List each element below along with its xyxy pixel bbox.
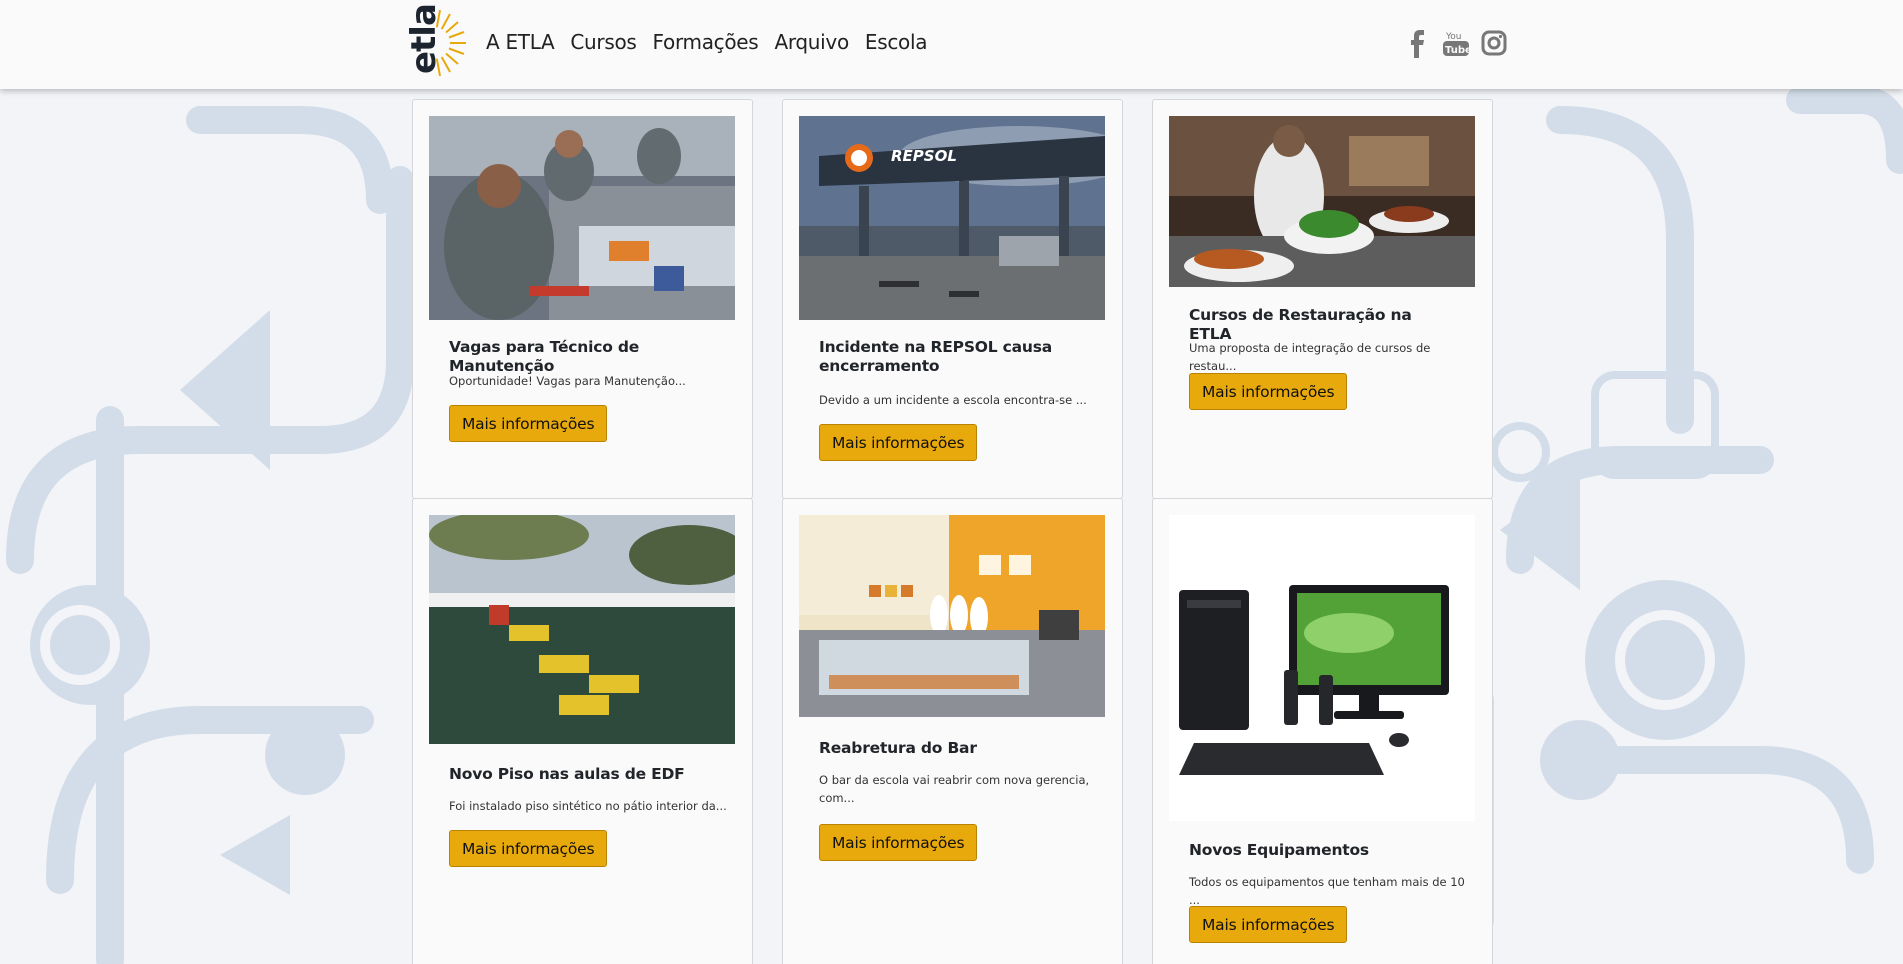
card-text: O bar da escola vai reabrir com nova ger…: [819, 773, 1090, 805]
card-text: Uma proposta de integração de cursos de …: [1189, 341, 1431, 373]
news-grid: Vagas para Técnico de Manutenção Oportun…: [412, 99, 1493, 964]
repsol-sign: REPSOL: [891, 147, 957, 165]
youtube-icon[interactable]: You Tube: [1442, 28, 1472, 58]
card-text: Devido a um incidente a escola encontra-…: [819, 393, 1087, 407]
logo-text: etla: [404, 4, 444, 74]
card-image-computer[interactable]: [1169, 515, 1475, 821]
news-card: Cursos de Restauração na ETLA Uma propos…: [1152, 99, 1493, 499]
more-info-button[interactable]: Mais informações: [1189, 373, 1348, 410]
nav-link-arquivo[interactable]: Arquivo: [774, 30, 849, 54]
card-title: Reabretura do Bar: [819, 739, 977, 757]
facebook-icon[interactable]: [1404, 28, 1430, 58]
card-text: Foi instalado piso sintético no pátio in…: [449, 799, 727, 813]
card-image-repsol[interactable]: REPSOL: [799, 116, 1105, 320]
card-image-workshop[interactable]: [429, 116, 735, 320]
nav-link-a-etla[interactable]: A ETLA: [486, 30, 555, 54]
nav-link-formacoes[interactable]: Formações: [653, 30, 759, 54]
card-title: Novos Equipamentos: [1189, 841, 1369, 859]
card-text: Oportunidade! Vagas para Manutenção...: [449, 374, 686, 388]
nav-link-cursos[interactable]: Cursos: [570, 30, 636, 54]
card-title: Incidente na REPSOL causa encerramento: [819, 338, 1053, 375]
news-card: Novo Piso nas aulas de EDF Foi instalado…: [412, 498, 753, 964]
card-image-sports-floor[interactable]: [429, 515, 735, 744]
svg-text:Tube: Tube: [1445, 45, 1470, 56]
more-info-button[interactable]: Mais informações: [1189, 906, 1348, 943]
card-title: Vagas para Técnico de Manutenção: [449, 338, 640, 375]
news-card: Novos Equipamentos Todos os equipamentos…: [1152, 498, 1493, 964]
card-text: Todos os equipamentos que tenham mais de…: [1189, 875, 1465, 907]
news-card: Reabretura do Bar O bar da escola vai re…: [782, 498, 1123, 964]
more-info-button[interactable]: Mais informações: [819, 424, 978, 461]
etla-logo[interactable]: etla: [400, 4, 468, 78]
card-title: Novo Piso nas aulas de EDF: [449, 765, 685, 783]
top-navbar: etla A ETLA Cursos Formações Arquivo Esc…: [0, 0, 1903, 89]
news-card: REPSOL Incidente na REPSOL causa encerra…: [782, 99, 1123, 499]
card-image-school-bar[interactable]: [799, 515, 1105, 717]
card-image-restaurant[interactable]: [1169, 116, 1475, 287]
main-nav: A ETLA Cursos Formações Arquivo Escola: [486, 30, 928, 54]
social-links: You Tube: [1404, 28, 1507, 58]
nav-link-escola[interactable]: Escola: [865, 30, 928, 54]
svg-text:You: You: [1445, 32, 1462, 42]
more-info-button[interactable]: Mais informações: [819, 824, 978, 861]
news-card: Vagas para Técnico de Manutenção Oportun…: [412, 99, 753, 499]
more-info-button[interactable]: Mais informações: [449, 830, 608, 867]
more-info-button[interactable]: Mais informações: [449, 405, 608, 442]
instagram-icon[interactable]: [1480, 28, 1507, 58]
